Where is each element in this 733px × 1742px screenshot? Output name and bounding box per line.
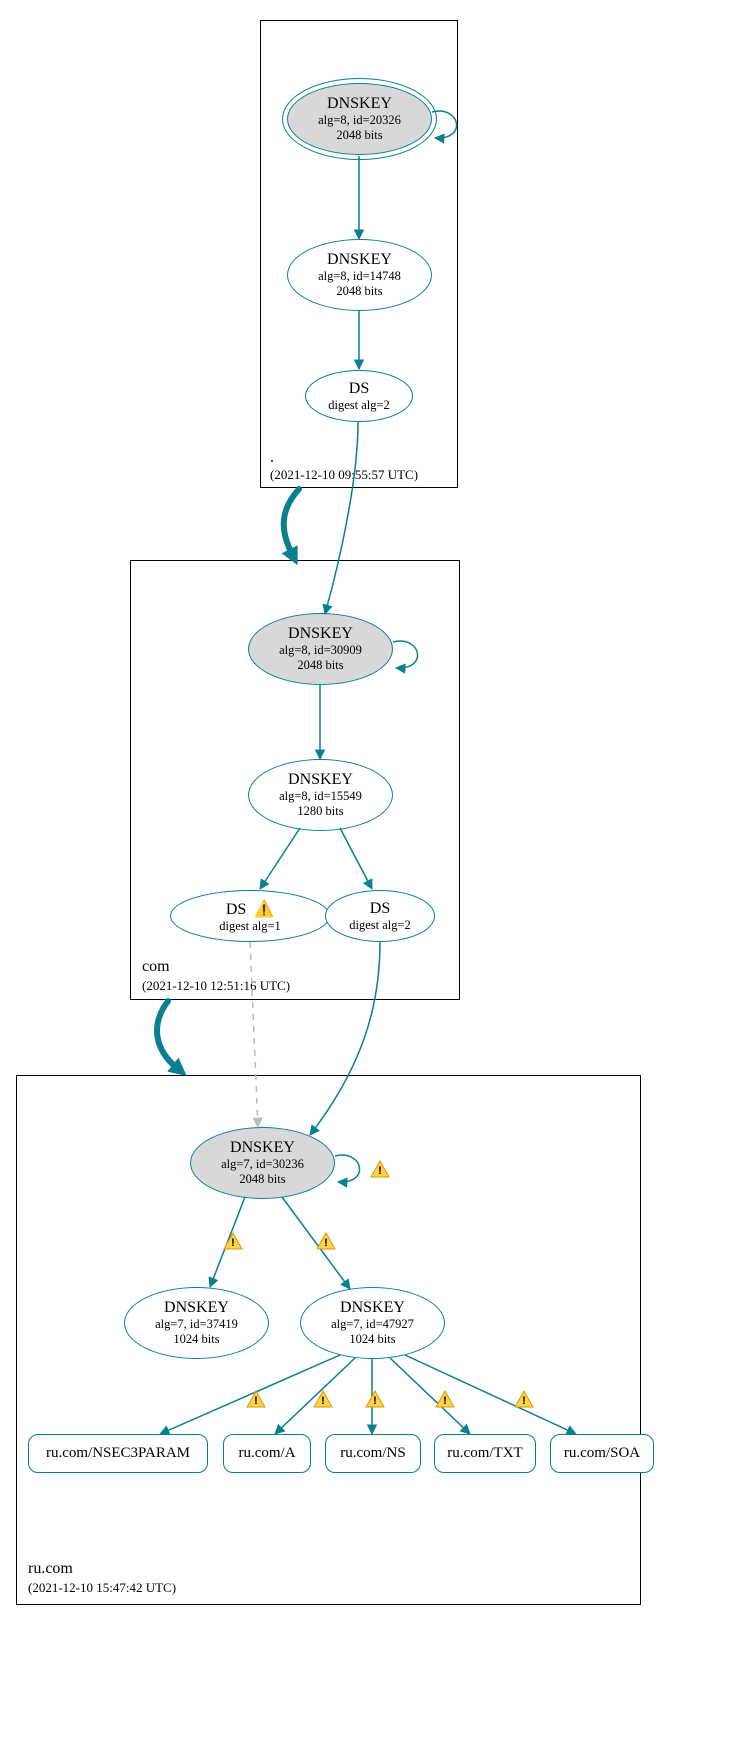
node-sub2: 1024 bits [173, 1332, 219, 1347]
node-rucom-zsk1[interactable]: DNSKEY alg=7, id=37419 1024 bits [124, 1287, 269, 1359]
warning-icon: ! [514, 1390, 534, 1408]
node-title: DNSKEY [288, 625, 353, 643]
node-com-zsk[interactable]: DNSKEY alg=8, id=15549 1280 bits [248, 759, 393, 831]
node-root-ds[interactable]: DS digest alg=2 [305, 370, 413, 422]
zone-rucom-name: ru.com [28, 1560, 73, 1578]
node-sub2: 2048 bits [297, 658, 343, 673]
node-sub2: 2048 bits [239, 1172, 285, 1187]
rr-nsec3param[interactable]: ru.com/NSEC3PARAM [28, 1434, 208, 1473]
zone-root-ts: (2021-12-10 09:55:57 UTC) [270, 467, 418, 483]
node-sub2: 1024 bits [349, 1332, 395, 1347]
node-sub: alg=8, id=15549 [279, 789, 362, 804]
zone-com-name: com [142, 958, 170, 976]
rr-ns[interactable]: ru.com/NS [325, 1434, 421, 1473]
zone-root-name: . [270, 449, 274, 467]
node-root-ksk[interactable]: DNSKEY alg=8, id=20326 2048 bits [287, 83, 432, 155]
svg-text:!: ! [254, 1395, 258, 1407]
node-title: DNSKEY [327, 95, 392, 113]
node-title: DS ⚠️ [226, 899, 274, 919]
warning-icon: ! [435, 1390, 455, 1408]
svg-text:!: ! [231, 1237, 235, 1249]
zone-com-ts: (2021-12-10 12:51:16 UTC) [142, 978, 290, 994]
zone-rucom-ts: (2021-12-10 15:47:42 UTC) [28, 1580, 176, 1596]
node-title: DNSKEY [230, 1139, 295, 1157]
svg-text:!: ! [443, 1395, 447, 1407]
svg-text:!: ! [324, 1237, 328, 1249]
node-title: DS [349, 380, 369, 398]
node-com-ksk[interactable]: DNSKEY alg=8, id=30909 2048 bits [248, 613, 393, 685]
node-root-zsk[interactable]: DNSKEY alg=8, id=14748 2048 bits [287, 239, 432, 311]
node-sub: alg=8, id=20326 [318, 113, 401, 128]
node-sub: alg=7, id=37419 [155, 1317, 238, 1332]
svg-text:!: ! [373, 1395, 377, 1407]
rr-soa[interactable]: ru.com/SOA [550, 1434, 654, 1473]
node-sub: digest alg=2 [349, 918, 411, 933]
warning-icon: ! [223, 1232, 243, 1250]
node-sub: alg=8, id=14748 [318, 269, 401, 284]
warning-icon: ! [313, 1390, 333, 1408]
node-title: DNSKEY [288, 771, 353, 789]
rr-txt[interactable]: ru.com/TXT [434, 1434, 536, 1473]
node-sub: alg=7, id=47927 [331, 1317, 414, 1332]
node-title: DNSKEY [340, 1299, 405, 1317]
node-sub: digest alg=2 [328, 398, 390, 413]
node-com-ds1[interactable]: DS ⚠️ digest alg=1 [170, 890, 330, 942]
node-sub2: 2048 bits [336, 284, 382, 299]
warning-icon: ! [316, 1232, 336, 1250]
svg-text:!: ! [321, 1395, 325, 1407]
svg-text:!: ! [522, 1395, 526, 1407]
node-sub2: 2048 bits [336, 128, 382, 143]
node-rucom-ksk[interactable]: DNSKEY alg=7, id=30236 2048 bits [190, 1127, 335, 1199]
node-com-ds2[interactable]: DS digest alg=2 [325, 890, 435, 942]
node-sub2: 1280 bits [297, 804, 343, 819]
node-title: DS [370, 900, 390, 918]
svg-text:!: ! [378, 1165, 382, 1177]
node-sub: alg=8, id=30909 [279, 643, 362, 658]
node-sub: alg=7, id=30236 [221, 1157, 304, 1172]
node-title: DNSKEY [164, 1299, 229, 1317]
node-rucom-zsk2[interactable]: DNSKEY alg=7, id=47927 1024 bits [300, 1287, 445, 1359]
rr-a[interactable]: ru.com/A [223, 1434, 311, 1473]
warning-icon: ! [246, 1390, 266, 1408]
warning-icon: ! [365, 1390, 385, 1408]
node-title: DNSKEY [327, 251, 392, 269]
warning-icon: ! [370, 1160, 390, 1178]
node-sub: digest alg=1 [219, 919, 281, 934]
